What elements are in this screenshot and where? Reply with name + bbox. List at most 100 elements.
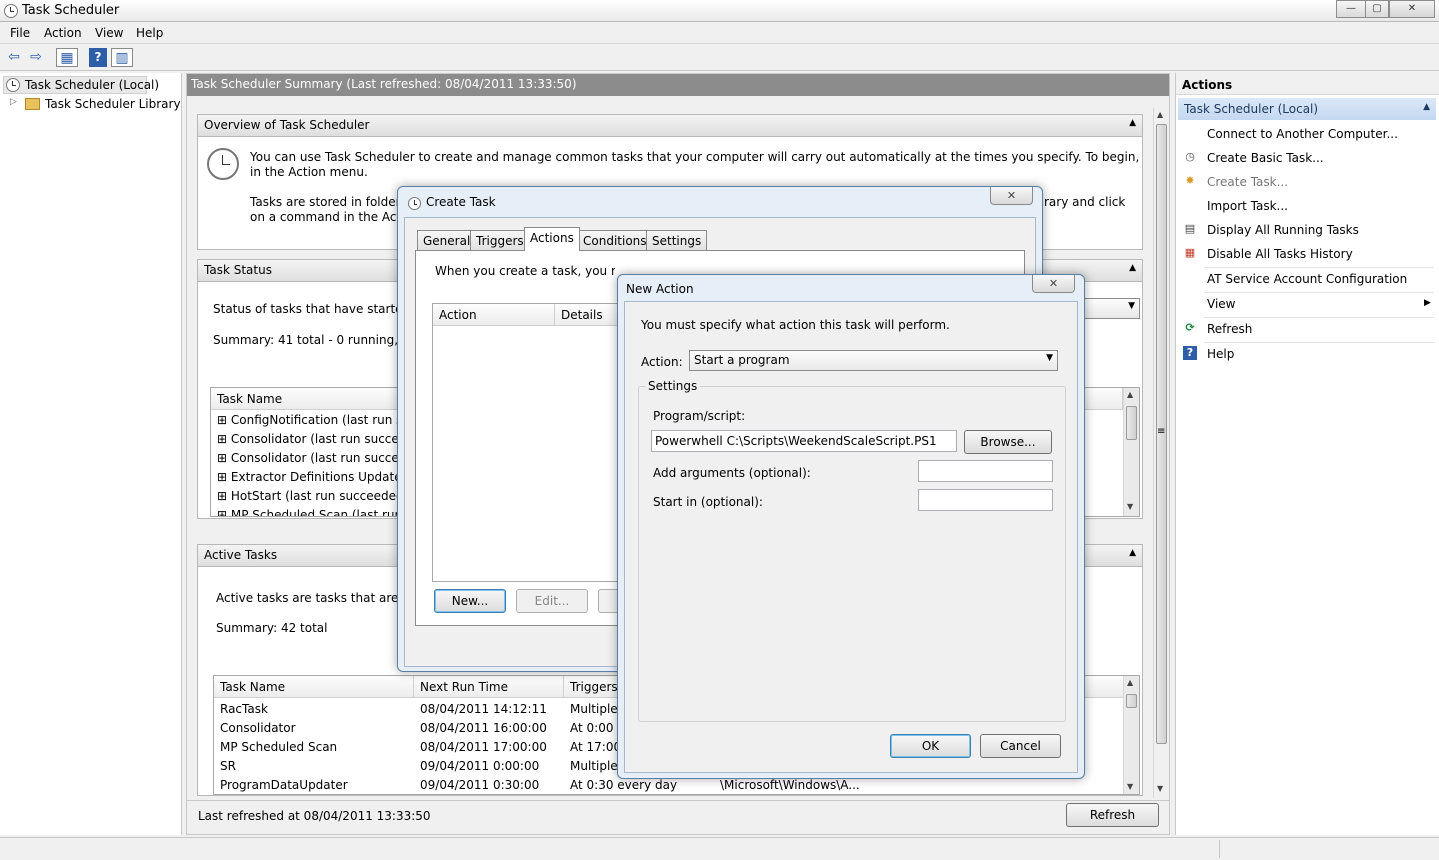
tab-general[interactable]: General (417, 230, 477, 251)
table-cell-next-run: 08/04/2011 16:00:00 (420, 721, 547, 735)
scroll-down-icon[interactable]: ▼ (1127, 782, 1133, 791)
edit-action-button[interactable]: Edit... (516, 589, 588, 613)
expand-icon[interactable]: ⊞ (217, 508, 227, 516)
overview-header[interactable]: Overview of Task Scheduler ▲ (198, 115, 1142, 137)
table-cell-name[interactable]: SR (220, 759, 236, 773)
help-icon: ? (1183, 346, 1197, 360)
expand-icon[interactable]: ▷ (10, 97, 17, 107)
expand-icon[interactable]: ⊞ (217, 489, 227, 503)
collapse-icon[interactable]: ▲ (1129, 548, 1136, 558)
menu-file[interactable]: File (10, 26, 30, 40)
table-cell-name[interactable]: ProgramDataUpdater (220, 778, 348, 792)
action-type-dropdown[interactable]: Start a program ▼ (689, 350, 1058, 371)
tasks-history-icon: ▦ (1184, 246, 1196, 259)
expand-icon[interactable]: ⊞ (217, 432, 227, 446)
actions-list[interactable]: Action Details (432, 303, 632, 582)
create-task-icon: ✸ (1185, 174, 1195, 187)
expand-icon[interactable]: ⊞ (217, 413, 227, 427)
table-cell-next-run: 09/04/2011 0:30:00 (420, 778, 540, 792)
refresh-button[interactable]: Refresh (1066, 803, 1159, 827)
tree-item-local[interactable]: Task Scheduler (Local) (3, 76, 159, 94)
actions-section-header[interactable]: Task Scheduler (Local) ▲ (1178, 98, 1436, 120)
summary-scrollbar[interactable]: ▲ ≡ ▼ (1153, 108, 1169, 798)
table-row[interactable]: ⊞ Consolidator (last run succeede (217, 451, 407, 465)
menu-action[interactable]: Action (44, 26, 82, 40)
column-header-action[interactable]: Action (433, 304, 555, 326)
action-create-basic-task[interactable]: Create Basic Task... (1207, 151, 1324, 165)
arguments-label: Add arguments (optional): (653, 466, 811, 480)
back-icon[interactable]: ⇦ (4, 48, 24, 67)
close-button[interactable]: ✕ (1389, 0, 1435, 18)
table-cell-name[interactable]: RacTask (220, 702, 268, 716)
clock-icon (6, 78, 20, 92)
table-cell-next-run: 08/04/2011 14:12:11 (420, 702, 547, 716)
table-cell-trigger: Multiple (570, 702, 618, 716)
menu-view[interactable]: View (95, 26, 123, 40)
expand-icon[interactable]: ⊞ (217, 451, 227, 465)
expand-icon[interactable]: ⊞ (217, 470, 227, 484)
actions-title: Actions (1176, 73, 1439, 95)
program-input[interactable]: Powerwhell C:\Scripts\WeekendScaleScript… (651, 430, 957, 452)
action-pane-icon[interactable]: ▥ (111, 48, 133, 67)
action-type-value: Start a program (694, 353, 790, 367)
active-tasks-description: Active tasks are tasks that are curre (216, 591, 406, 605)
scroll-down-icon[interactable]: ▼ (1127, 502, 1133, 511)
action-disable-history[interactable]: Disable All Tasks History (1207, 247, 1353, 261)
tab-conditions[interactable]: Conditions (577, 230, 653, 251)
vertical-scrollbar[interactable]: ▲ ▼ (1123, 388, 1139, 516)
close-button[interactable]: ✕ (990, 187, 1033, 205)
start-in-input[interactable] (918, 489, 1053, 511)
scroll-thumb[interactable] (1126, 406, 1137, 440)
scroll-up-icon[interactable]: ▲ (1127, 390, 1133, 399)
table-cell-name[interactable]: MP Scheduled Scan (220, 740, 337, 754)
action-refresh[interactable]: Refresh (1207, 322, 1252, 336)
action-at-service-config[interactable]: AT Service Account Configuration (1207, 272, 1407, 286)
overview-text-line: on a command in the Action (250, 210, 420, 224)
table-row[interactable]: ⊞ Extractor Definitions Update Ta (217, 470, 407, 484)
vertical-scrollbar[interactable]: ▲ ▼ (1123, 676, 1139, 794)
close-button[interactable]: ✕ (1032, 275, 1075, 293)
tab-settings[interactable]: Settings (646, 230, 708, 251)
tab-actions[interactable]: Actions (524, 227, 580, 251)
scroll-thumb[interactable] (1126, 694, 1137, 708)
help-icon[interactable]: ? (89, 48, 107, 67)
scroll-down-icon[interactable]: ▼ (1157, 784, 1163, 793)
tab-triggers[interactable]: Triggers (470, 230, 530, 251)
cancel-button[interactable]: Cancel (980, 734, 1061, 758)
maximize-button[interactable]: ▢ (1365, 0, 1389, 18)
row-label: HotStart (last run succeeded at (230, 489, 407, 503)
column-header-task-name[interactable]: Task Name (214, 676, 414, 698)
collapse-icon[interactable]: ▲ (1129, 118, 1136, 128)
column-header-next-run[interactable]: Next Run Time (414, 676, 564, 698)
table-cell-name[interactable]: Consolidator (220, 721, 296, 735)
action-create-task[interactable]: Create Task... (1207, 175, 1288, 189)
column-header-task-name[interactable]: Task Name (211, 388, 411, 410)
minimize-button[interactable]: — (1336, 0, 1366, 18)
new-action-button[interactable]: New... (434, 589, 506, 613)
menu-help[interactable]: Help (136, 26, 163, 40)
scroll-up-icon[interactable]: ▲ (1157, 110, 1163, 119)
console-tree-icon[interactable]: ▦ (56, 48, 78, 67)
table-row[interactable]: ⊞ HotStart (last run succeeded at (217, 489, 407, 503)
scroll-up-icon[interactable]: ▲ (1127, 678, 1133, 687)
action-display-running[interactable]: Display All Running Tasks (1207, 223, 1359, 237)
table-row[interactable]: ⊞ MP Scheduled Scan (last run su (217, 508, 407, 516)
new-action-prompt: You must specify what action this task w… (641, 318, 950, 332)
collapse-icon[interactable]: ▲ (1129, 263, 1136, 273)
action-view-menu[interactable]: View (1207, 297, 1235, 311)
ok-button[interactable]: OK (890, 734, 971, 758)
settings-label: Settings (645, 379, 701, 393)
collapse-icon[interactable]: ▲ (1423, 102, 1430, 112)
action-connect-computer[interactable]: Connect to Another Computer... (1207, 127, 1398, 141)
table-row[interactable]: ⊞ Consolidator (last run succeede (217, 432, 407, 446)
tree-item-library[interactable]: ▷ Task Scheduler Library (10, 96, 181, 114)
arguments-input[interactable] (918, 460, 1053, 482)
create-basic-task-icon: ◷ (1185, 150, 1195, 163)
action-import-task[interactable]: Import Task... (1207, 199, 1288, 213)
action-help[interactable]: Help (1207, 347, 1234, 361)
browse-button[interactable]: Browse... (964, 430, 1052, 454)
forward-icon[interactable]: ⇨ (26, 48, 46, 67)
table-row[interactable]: ⊞ ConfigNotification (last run suc (217, 413, 407, 427)
overview-text-line: rary and click (1044, 195, 1126, 209)
dialog-title: New Action (626, 282, 694, 296)
